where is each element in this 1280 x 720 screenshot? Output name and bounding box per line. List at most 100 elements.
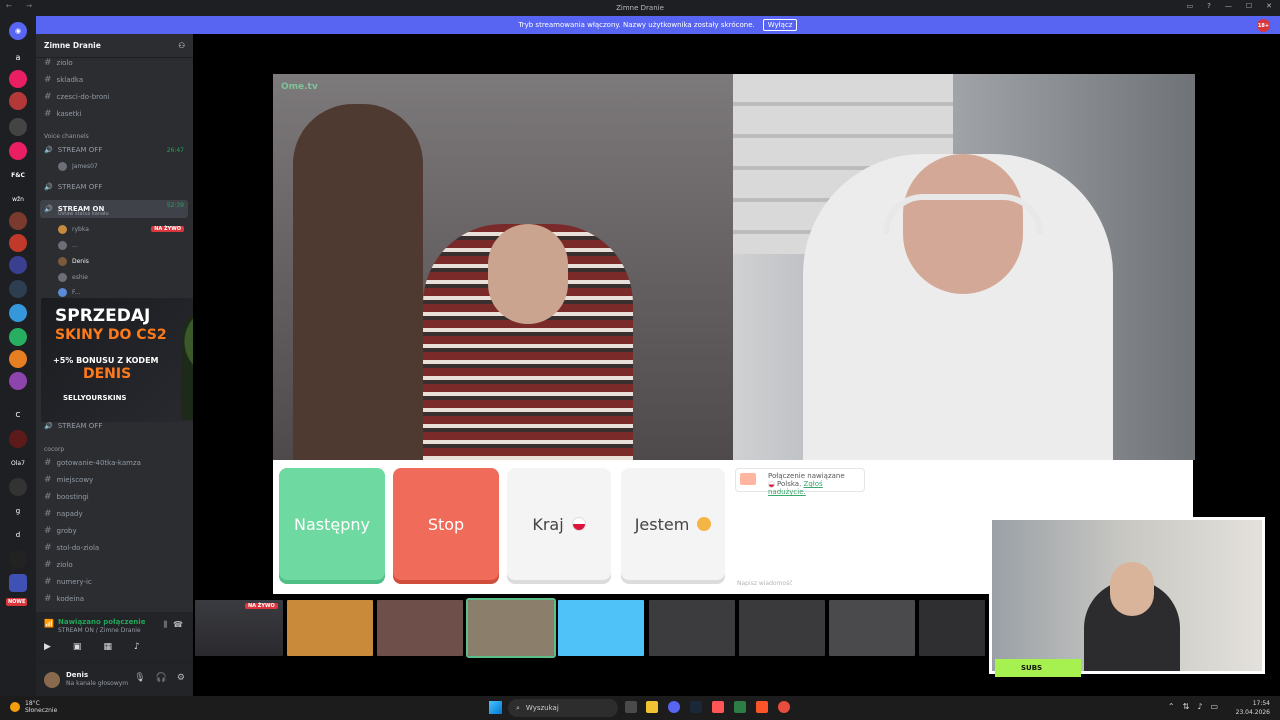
minimize-button[interactable]: —: [1225, 2, 1232, 10]
category-cocorp[interactable]: cocorp: [44, 446, 64, 453]
server-icon-wzn[interactable]: wžn: [9, 190, 27, 208]
gender-button[interactable]: Jestem: [621, 468, 725, 580]
taskbar-search[interactable]: ⌕ Wyszukaj: [508, 699, 618, 717]
discord-app-icon[interactable]: [668, 701, 680, 713]
channel-item[interactable]: # groby: [44, 526, 77, 536]
server-icon[interactable]: [9, 478, 27, 496]
connection-status[interactable]: Nawiązano połączenie: [58, 618, 145, 626]
server-icon-c[interactable]: C: [9, 406, 27, 424]
participant-tile[interactable]: [466, 598, 556, 658]
participant-tile[interactable]: [739, 600, 825, 656]
channel-item[interactable]: # miejscowy: [44, 475, 93, 485]
channel-item[interactable]: # stol-do-ziola: [44, 543, 99, 553]
disable-streamer-mode-button[interactable]: Wyłącz: [762, 19, 798, 31]
channel-item[interactable]: # napady: [44, 509, 83, 519]
server-icon[interactable]: [9, 92, 27, 110]
server-icon[interactable]: [9, 372, 27, 390]
voice-user[interactable]: Denis: [58, 257, 89, 266]
server-header[interactable]: Zimne Dranie ⚇: [36, 34, 193, 58]
taskbar-clock[interactable]: 17:54 23.04.2026: [1236, 699, 1270, 717]
volume-icon[interactable]: ♪: [1197, 702, 1202, 711]
channel-item[interactable]: # ziolo: [44, 58, 73, 68]
voice-user[interactable]: James07: [58, 162, 98, 171]
next-button[interactable]: Następny: [279, 468, 385, 580]
maximize-button[interactable]: ☐: [1246, 2, 1252, 10]
stop-button[interactable]: Stop: [393, 468, 499, 580]
server-icon[interactable]: [9, 212, 27, 230]
server-icon[interactable]: [9, 350, 27, 368]
server-icon[interactable]: [9, 304, 27, 322]
participant-tile[interactable]: [649, 600, 735, 656]
noise-suppression-icon[interactable]: ⫼: [163, 620, 167, 630]
voice-category[interactable]: Voice channels: [44, 133, 89, 140]
close-button[interactable]: ✕: [1266, 2, 1272, 10]
headphones-icon[interactable]: 🎧: [156, 673, 167, 683]
voice-channel[interactable]: 🔊 STREAM OFF: [44, 422, 102, 430]
app-icon[interactable]: [778, 701, 790, 713]
server-icon-ola7[interactable]: Ola7: [9, 454, 27, 472]
network-icon[interactable]: ⇅: [1183, 702, 1190, 711]
steam-icon[interactable]: [690, 701, 702, 713]
server-icon[interactable]: [9, 118, 27, 136]
participant-tile[interactable]: [829, 600, 915, 656]
server-icon[interactable]: [9, 142, 27, 160]
channel-item[interactable]: # skladka: [44, 75, 83, 85]
camera-icon[interactable]: ▶: [44, 642, 51, 652]
battery-icon[interactable]: ▭: [1210, 702, 1218, 711]
participant-tile[interactable]: [287, 600, 373, 656]
channel-item[interactable]: # kodeina: [44, 594, 84, 604]
screen-share-icon[interactable]: ▣: [73, 642, 82, 652]
channel-item[interactable]: # kasetki: [44, 109, 81, 119]
server-icon-g[interactable]: g: [9, 502, 27, 520]
add-member-icon[interactable]: ⚇: [178, 41, 185, 50]
nav-arrows[interactable]: ← →: [6, 2, 38, 10]
chat-input[interactable]: Napisz wiadomość: [737, 580, 793, 587]
windows-start-icon[interactable]: [489, 701, 502, 714]
chevron-up-icon[interactable]: ⌃: [1168, 702, 1175, 711]
task-view-icon[interactable]: [625, 701, 637, 713]
user-name[interactable]: Denis: [66, 671, 88, 679]
country-button[interactable]: Kraj: [507, 468, 611, 580]
channel-item[interactable]: # ziolo: [44, 560, 73, 570]
server-icon[interactable]: [9, 328, 27, 346]
weather-widget[interactable]: 18°C Słonecznie: [10, 700, 57, 714]
channel-status[interactable]: Ustaw status kanału: [58, 211, 109, 217]
voice-channel[interactable]: 🔊 STREAM OFF: [44, 146, 102, 154]
channel-item[interactable]: # boostingi: [44, 492, 89, 502]
channel-item[interactable]: # numery-ic: [44, 577, 92, 587]
server-icon[interactable]: [9, 550, 27, 568]
discord-home-icon[interactable]: ◉: [9, 22, 27, 40]
help-icon[interactable]: ?: [1207, 2, 1211, 10]
server-icon[interactable]: [9, 280, 27, 298]
server-icon[interactable]: [9, 256, 27, 274]
server-icon[interactable]: [9, 430, 27, 448]
app-icon[interactable]: [712, 701, 724, 713]
server-icon-a[interactable]: a: [9, 48, 27, 66]
avatar[interactable]: [44, 672, 60, 688]
participant-tile[interactable]: [377, 600, 463, 656]
soundboard-icon[interactable]: ♪: [134, 642, 140, 652]
microphone-icon[interactable]: 🎙: [134, 673, 145, 683]
voice-user[interactable]: rybka: [58, 225, 89, 234]
server-icon[interactable]: [9, 70, 27, 88]
server-icon-fc[interactable]: F&C: [9, 166, 27, 184]
voice-user[interactable]: eshie: [58, 273, 88, 282]
server-icon-d[interactable]: d: [9, 526, 27, 544]
brave-browser-icon[interactable]: [756, 701, 768, 713]
activities-icon[interactable]: ▦: [103, 642, 112, 652]
file-explorer-icon[interactable]: [646, 701, 658, 713]
server-icon[interactable]: [9, 234, 27, 252]
terminal-icon[interactable]: [734, 701, 746, 713]
voice-user[interactable]: ...: [58, 241, 78, 250]
folder-icon[interactable]: [9, 574, 27, 592]
participant-tile[interactable]: [919, 600, 985, 656]
voice-user[interactable]: F...: [58, 288, 80, 297]
inbox-icon[interactable]: ▭: [1187, 2, 1194, 10]
channel-item[interactable]: # gotowanie-40tka-kamza: [44, 458, 141, 468]
voice-channel[interactable]: 🔊 STREAM OFF: [44, 183, 102, 191]
disconnect-icon[interactable]: ☎: [173, 620, 183, 629]
participant-tile[interactable]: [558, 600, 644, 656]
settings-gear-icon[interactable]: ⚙: [177, 673, 185, 683]
channel-item[interactable]: # czesci-do-broni: [44, 92, 110, 102]
connection-channel[interactable]: STREAM ON / Zimne Dranie: [58, 627, 141, 634]
